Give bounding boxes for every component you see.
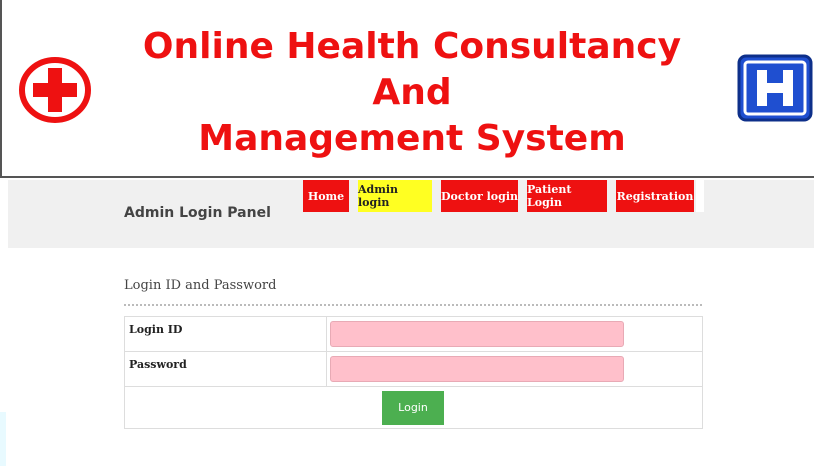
login-button[interactable]: Login xyxy=(382,390,444,425)
site-title-line2: Management System xyxy=(198,118,626,159)
login-id-row: Login ID xyxy=(124,316,703,352)
hospital-h-icon xyxy=(737,54,813,122)
login-id-input-cell xyxy=(326,316,703,352)
password-input[interactable] xyxy=(330,356,624,382)
nav-admin-login-button[interactable]: Admin login xyxy=(358,180,432,212)
nav-home-label: Home xyxy=(307,189,345,203)
nav-patient-login-button[interactable]: Patient Login xyxy=(527,180,607,212)
left-edge-strip xyxy=(0,412,6,466)
red-cross-icon xyxy=(19,57,91,123)
password-label: Password xyxy=(129,358,187,371)
nav-doctor-login-button[interactable]: Doctor login xyxy=(441,180,518,212)
password-label-cell: Password xyxy=(124,351,327,387)
submit-row: Login xyxy=(124,386,703,429)
nav-admin-login-label: Admin login xyxy=(358,183,399,209)
dotted-divider xyxy=(124,304,702,306)
site-title: Online Health Consultancy And Management… xyxy=(112,24,712,162)
nav-home-button[interactable]: Home xyxy=(303,180,349,212)
nav-registration-button[interactable]: Registration xyxy=(616,180,694,212)
password-row: Password xyxy=(124,351,703,387)
login-id-label-cell: Login ID xyxy=(124,316,327,352)
nav-patient-login-label: Patient Login xyxy=(527,183,572,209)
site-title-line1: Online Health Consultancy And xyxy=(142,26,682,113)
submit-cell: Login xyxy=(124,386,703,429)
login-id-input[interactable] xyxy=(330,321,624,347)
form-heading: Login ID and Password xyxy=(124,278,277,293)
login-form-table: Login ID Password Login xyxy=(124,316,703,429)
nav-doctor-login-label: Doctor login xyxy=(441,189,518,203)
login-id-label: Login ID xyxy=(129,323,183,336)
nav-registration-label: Registration xyxy=(616,189,694,203)
site-header: Online Health Consultancy And Management… xyxy=(0,0,814,178)
password-input-cell xyxy=(326,351,703,387)
nav-spacer xyxy=(696,180,704,212)
panel-title: Admin Login Panel xyxy=(124,205,271,221)
